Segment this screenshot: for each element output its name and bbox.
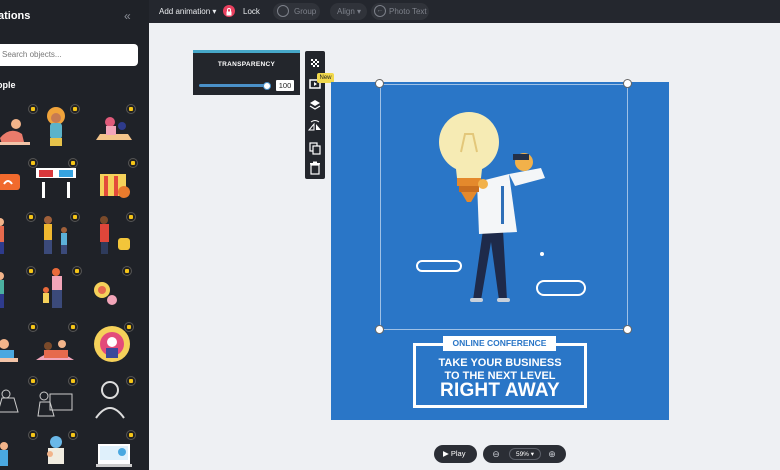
zoom-out-icon[interactable]: ⊖ — [488, 445, 504, 463]
play-label: Play — [450, 449, 466, 458]
flip-icon[interactable] — [305, 117, 325, 137]
resize-handle-bottom-right[interactable] — [623, 325, 632, 334]
group-label: Group — [294, 7, 317, 16]
headline-line-1[interactable]: TAKE YOUR BUSINESS — [413, 357, 587, 369]
illustration-thumbnail[interactable] — [34, 430, 78, 470]
illustration-thumbnail[interactable] — [92, 376, 136, 422]
selection-box[interactable] — [380, 84, 628, 330]
illustration-thumbnail[interactable] — [36, 104, 80, 150]
illustration-thumbnail[interactable] — [34, 158, 78, 204]
align-label: Align ▾ — [337, 7, 362, 16]
illustration-thumbnail[interactable] — [90, 322, 134, 368]
headline-line-3[interactable]: RIGHT AWAY — [413, 380, 587, 402]
illustration-thumbnail[interactable] — [0, 104, 38, 150]
transparency-slider-handle[interactable] — [263, 82, 271, 90]
illustration-thumbnail[interactable] — [34, 322, 78, 368]
duplicate-icon[interactable] — [305, 138, 325, 158]
illustration-thumbnail[interactable] — [0, 266, 36, 312]
illustration-thumbnail[interactable] — [0, 158, 38, 204]
sidebar-title: ations — [0, 10, 31, 22]
back-arrow-icon: ← — [374, 5, 386, 17]
lock-button[interactable]: Lock — [243, 0, 260, 23]
layers-icon[interactable] — [305, 95, 325, 115]
zoom-in-icon[interactable]: ⊕ — [544, 445, 560, 463]
illustration-thumbnail[interactable] — [0, 322, 38, 368]
illustration-thumbnail[interactable] — [92, 430, 136, 470]
resize-handle-top-left[interactable] — [375, 79, 384, 88]
collapse-sidebar-icon[interactable]: « — [124, 9, 131, 23]
element-toolbar — [305, 51, 325, 179]
transparency-slider-track[interactable] — [199, 84, 265, 87]
photo-text-label: Photo Text — [389, 7, 427, 16]
transparency-icon[interactable] — [305, 53, 325, 73]
illustration-thumbnail[interactable] — [38, 266, 82, 312]
lock-icon[interactable] — [223, 5, 235, 17]
top-toolbar: Add animation ▾ Lock Group Align ▾ ← Pho… — [149, 0, 780, 23]
illustration-thumbnail[interactable] — [92, 104, 136, 150]
play-icon: ▶ — [443, 449, 449, 458]
illustration-thumbnail[interactable] — [92, 212, 136, 258]
illustration-thumbnail[interactable] — [0, 430, 38, 470]
resize-handle-bottom-left[interactable] — [375, 325, 384, 334]
illustration-thumbnail[interactable] — [36, 212, 80, 258]
resize-handle-top-right[interactable] — [623, 79, 632, 88]
objects-sidebar: ations « Search objects... ople — [0, 0, 149, 470]
illustration-thumbnail[interactable] — [94, 158, 138, 204]
conference-label[interactable]: ONLINE CONFERENCE — [443, 336, 556, 351]
illustration-thumbnail[interactable] — [0, 376, 38, 422]
transparency-title: TRANSPARENCY — [217, 61, 276, 68]
category-title: ople — [0, 80, 16, 90]
illustration-thumbnail[interactable] — [0, 212, 36, 258]
transparency-value-input[interactable]: 100 — [276, 80, 294, 91]
search-input[interactable]: Search objects... — [0, 44, 138, 66]
illustration-thumbnail[interactable] — [34, 376, 78, 422]
zoom-control: ⊖ 59% ▾ ⊕ — [483, 445, 566, 463]
zoom-select[interactable]: 59% ▾ — [509, 448, 541, 460]
play-button[interactable]: ▶ Play — [434, 445, 477, 463]
add-animation-button[interactable]: Add animation ▾ — [159, 0, 216, 23]
illustration-thumbnail[interactable] — [88, 266, 132, 312]
trash-icon[interactable] — [305, 158, 325, 178]
group-icon — [277, 5, 289, 17]
